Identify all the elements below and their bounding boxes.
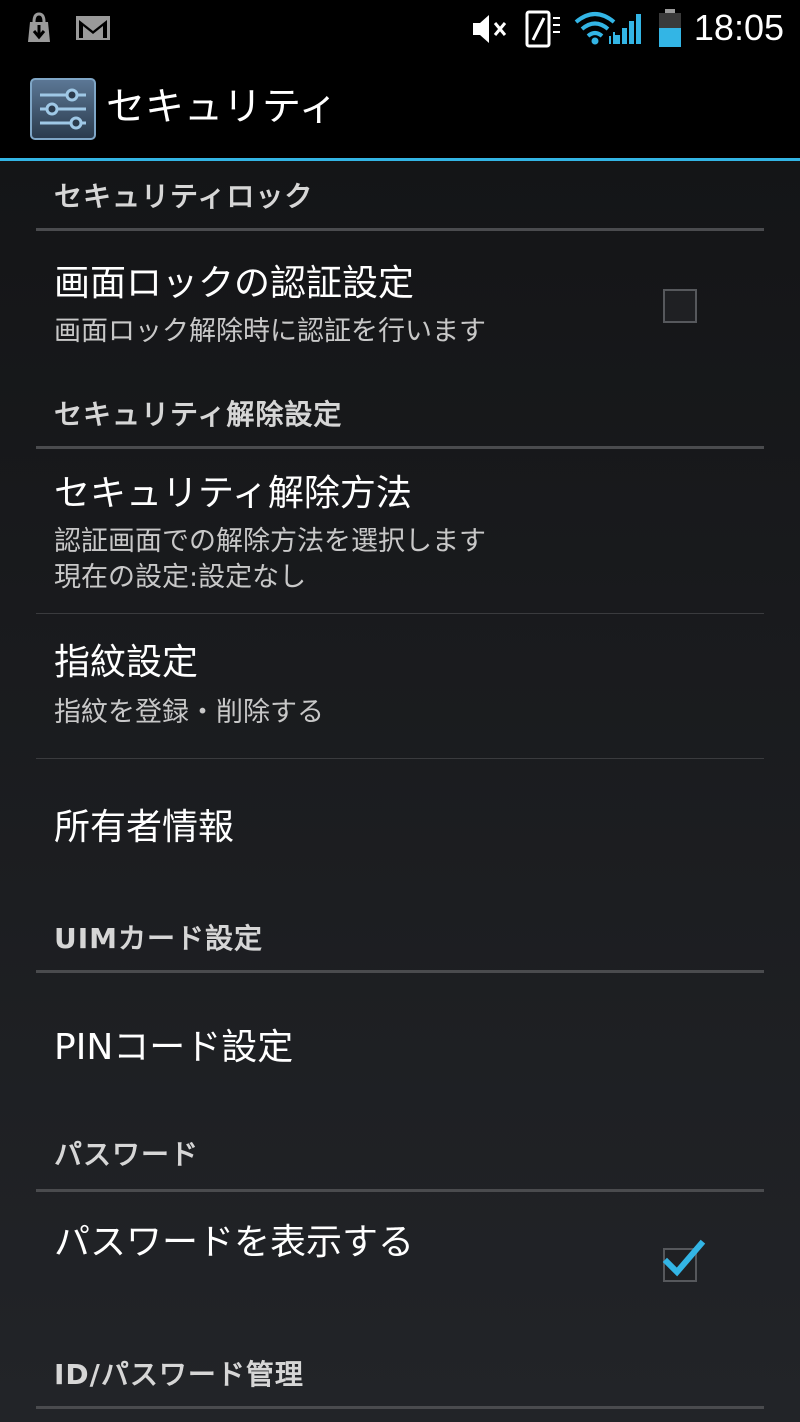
screen-lock-auth-checkbox[interactable] [663, 289, 697, 323]
wifi-icon [574, 10, 616, 50]
setting-fingerprint[interactable]: 指紋設定 指紋を登録・削除する [0, 614, 800, 758]
section-divider [36, 1406, 764, 1409]
setting-pin-code[interactable]: PINコード設定 [0, 973, 800, 1123]
download-icon [22, 10, 56, 48]
settings-list[interactable]: セキュリティロック 画面ロックの認証設定 画面ロック解除時に認証を行います セキ… [0, 161, 800, 1422]
show-password-checkbox[interactable] [662, 1239, 706, 1282]
battery-icon [657, 8, 683, 52]
setting-title: PINコード設定 [54, 1027, 294, 1068]
setting-current-value: 現在の設定:設定なし [54, 562, 307, 593]
gmail-icon [74, 14, 112, 46]
setting-screen-lock-auth[interactable]: 画面ロックの認証設定 画面ロック解除時に認証を行います [0, 231, 800, 361]
section-header-id-password: ID/パスワード管理 [54, 1358, 304, 1391]
setting-title: 所有者情報 [54, 807, 235, 848]
setting-title: パスワードを表示する [54, 1222, 415, 1263]
setting-title: 画面ロックの認証設定 [54, 263, 415, 304]
mute-icon [470, 12, 510, 50]
clock: 18:05 [693, 7, 784, 48]
section-header-security-unlock: セキュリティ解除設定 [54, 398, 343, 431]
section-header-password: パスワード [54, 1138, 200, 1171]
action-bar: セキュリティ [0, 56, 800, 158]
signal-icon [614, 10, 644, 50]
section-header-security-lock: セキュリティロック [54, 180, 314, 213]
settings-sliders-icon[interactable] [30, 78, 96, 144]
status-bar: 18:05 [0, 0, 800, 56]
setting-owner-info[interactable]: 所有者情報 [0, 759, 800, 899]
setting-summary: 指紋を登録・削除する [54, 697, 324, 728]
setting-show-password[interactable]: パスワードを表示する [0, 1192, 800, 1342]
setting-title: セキュリティ解除方法 [54, 473, 412, 514]
setting-summary: 画面ロック解除時に認証を行います [54, 316, 486, 347]
setting-title: 指紋設定 [54, 642, 199, 683]
page-title: セキュリティ [106, 85, 338, 130]
section-header-uim-card: UIMカード設定 [54, 922, 264, 955]
setting-summary: 認証画面での解除方法を選択します [54, 526, 486, 557]
checkmark-icon [662, 1239, 706, 1277]
setting-unlock-method[interactable]: セキュリティ解除方法 認証画面での解除方法を選択します 現在の設定:設定なし [0, 449, 800, 613]
vibrate-icon [524, 8, 564, 52]
